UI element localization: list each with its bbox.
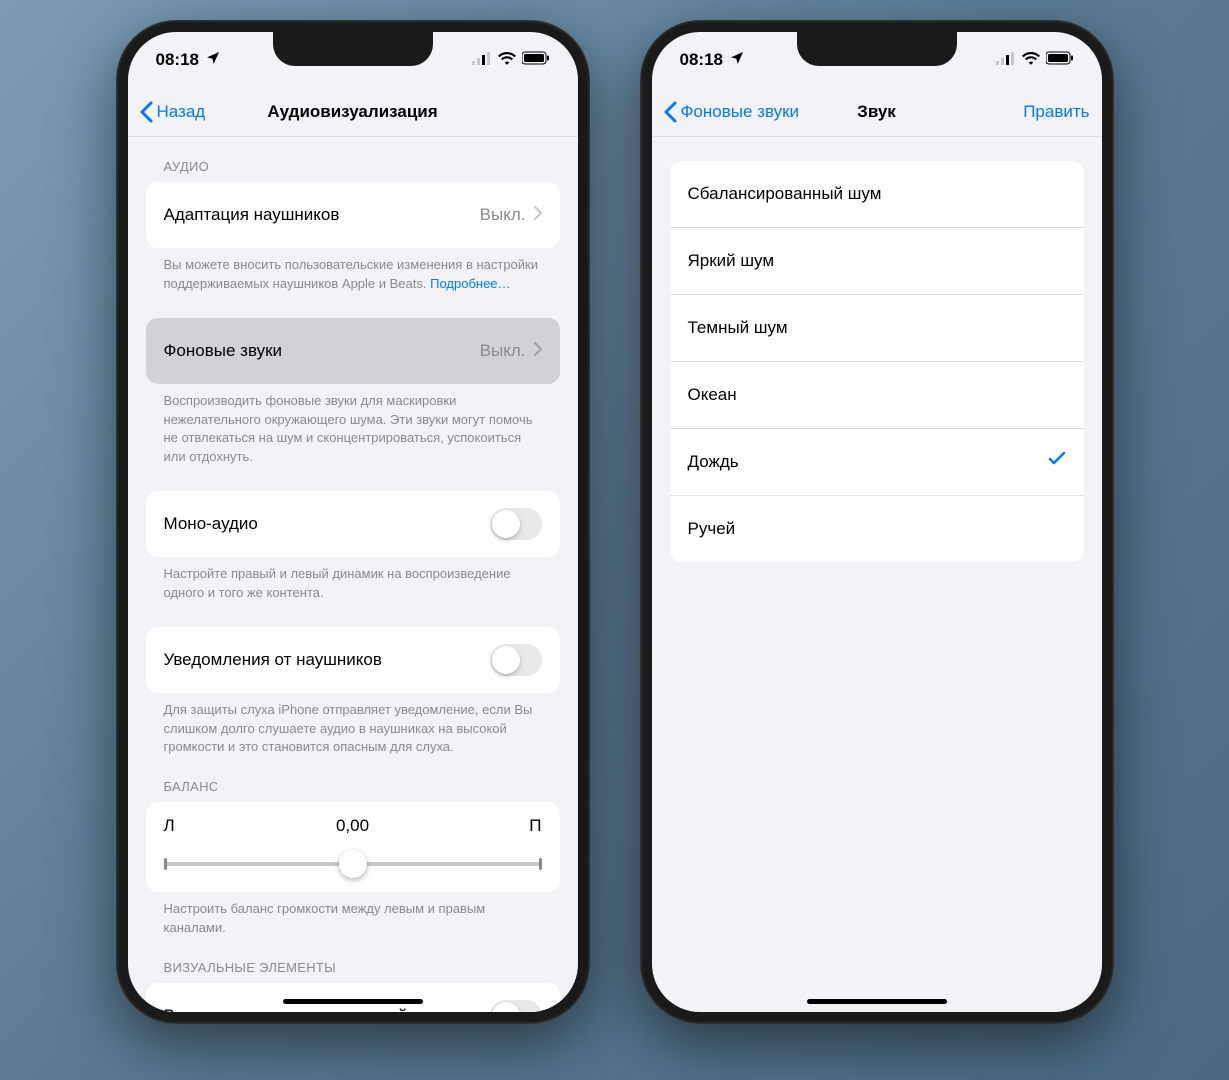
row-background-sounds[interactable]: Фоновые звуки Выкл. — [146, 318, 560, 384]
cellular-icon — [996, 50, 1016, 70]
balance-center-value: 0,00 — [336, 816, 369, 836]
footer-background-sounds: Воспроизводить фоновые звуки для маскиро… — [146, 384, 560, 467]
notch — [273, 32, 433, 66]
section-header-audio: АУДИО — [146, 137, 560, 182]
sound-option[interactable]: Яркий шум — [670, 228, 1084, 295]
back-label: Фоновые звуки — [681, 102, 800, 122]
location-icon — [205, 50, 221, 71]
row-value: Выкл. — [480, 205, 526, 225]
row-balance: Л 0,00 П — [146, 802, 560, 892]
sound-label: Яркий шум — [688, 251, 1066, 271]
back-label: Назад — [157, 102, 206, 122]
cellular-icon — [472, 50, 492, 70]
home-indicator[interactable] — [283, 999, 423, 1004]
row-mono-audio[interactable]: Моно-аудио — [146, 491, 560, 557]
battery-icon — [522, 50, 550, 70]
phone-left: 08:18 Назад Ауди — [116, 20, 590, 1024]
wifi-icon — [498, 50, 516, 70]
phone-right: 08:18 Фоновые звуки — [640, 20, 1114, 1024]
content-scroll[interactable]: АУДИО Адаптация наушников Выкл. Вы может… — [128, 137, 578, 1012]
battery-icon — [1046, 50, 1074, 70]
edit-button[interactable]: Править — [1023, 102, 1089, 122]
section-header-visual: ВИЗУАЛЬНЫЕ ЭЛЕМЕНТЫ — [146, 938, 560, 983]
sound-option[interactable]: Сбалансированный шум — [670, 161, 1084, 228]
nav-bar: Фоновые звуки Звук Править — [652, 88, 1102, 137]
row-label: Фоновые звуки — [164, 341, 480, 361]
chevron-right-icon — [534, 205, 542, 225]
balance-slider[interactable] — [164, 850, 542, 878]
section-header-balance: БАЛАНС — [146, 757, 560, 802]
chevron-right-icon — [534, 341, 542, 361]
home-indicator[interactable] — [807, 999, 947, 1004]
row-label: Моно-аудио — [164, 514, 490, 534]
learn-more-link[interactable]: Подробнее… — [430, 276, 510, 291]
row-flash-alerts[interactable]: Вспышка для предупреждений — [146, 983, 560, 1012]
balance-labels: Л 0,00 П — [164, 816, 542, 836]
location-icon — [729, 50, 745, 71]
sound-option[interactable]: Темный шум — [670, 295, 1084, 362]
row-label: Уведомления от наушников — [164, 650, 490, 670]
nav-bar: Назад Аудиовизуализация — [128, 88, 578, 137]
slider-knob[interactable] — [339, 850, 367, 878]
back-button[interactable]: Фоновые звуки — [664, 101, 800, 123]
chevron-left-icon — [140, 101, 153, 123]
row-value: Выкл. — [480, 341, 526, 361]
toggle-headphone-notifications[interactable] — [490, 644, 542, 676]
toggle-flash-alerts[interactable] — [490, 1000, 542, 1012]
row-label: Вспышка для предупреждений — [164, 1006, 490, 1012]
chevron-left-icon — [664, 101, 677, 123]
sound-label: Океан — [688, 385, 1066, 405]
sound-option[interactable]: Океан — [670, 362, 1084, 429]
row-label: Адаптация наушников — [164, 205, 480, 225]
sound-label: Ручей — [688, 519, 1066, 539]
row-headphone-notifications[interactable]: Уведомления от наушников — [146, 627, 560, 693]
screen-left: 08:18 Назад Ауди — [128, 32, 578, 1012]
page-title: Аудиовизуализация — [267, 102, 437, 122]
footer-balance: Настроить баланс громкости между левым и… — [146, 892, 560, 938]
balance-left-label: Л — [164, 816, 175, 836]
footer-headphone-adaptation: Вы можете вносить пользовательские измен… — [146, 248, 560, 294]
notch — [797, 32, 957, 66]
sound-label: Сбалансированный шум — [688, 184, 1066, 204]
footer-headphone-notifications: Для защиты слуха iPhone отправляет уведо… — [146, 693, 560, 758]
screen-right: 08:18 Фоновые звуки — [652, 32, 1102, 1012]
status-time: 08:18 — [680, 50, 723, 70]
toggle-mono-audio[interactable] — [490, 508, 542, 540]
sound-list: Сбалансированный шум Яркий шум Темный шум О… — [670, 161, 1084, 562]
checkmark-icon — [1048, 450, 1066, 474]
sound-label: Дождь — [688, 452, 1048, 472]
sound-option[interactable]: Дождь — [670, 429, 1084, 496]
footer-mono-audio: Настройте правый и левый динамик на восп… — [146, 557, 560, 603]
wifi-icon — [1022, 50, 1040, 70]
status-time: 08:18 — [156, 50, 199, 70]
back-button[interactable]: Назад — [140, 101, 206, 123]
page-title: Звук — [857, 102, 896, 122]
sound-option[interactable]: Ручей — [670, 496, 1084, 562]
row-headphone-adaptation[interactable]: Адаптация наушников Выкл. — [146, 182, 560, 248]
content-scroll[interactable]: Сбалансированный шум Яркий шум Темный шум О… — [652, 137, 1102, 1012]
balance-right-label: П — [529, 816, 541, 836]
sound-label: Темный шум — [688, 318, 1066, 338]
